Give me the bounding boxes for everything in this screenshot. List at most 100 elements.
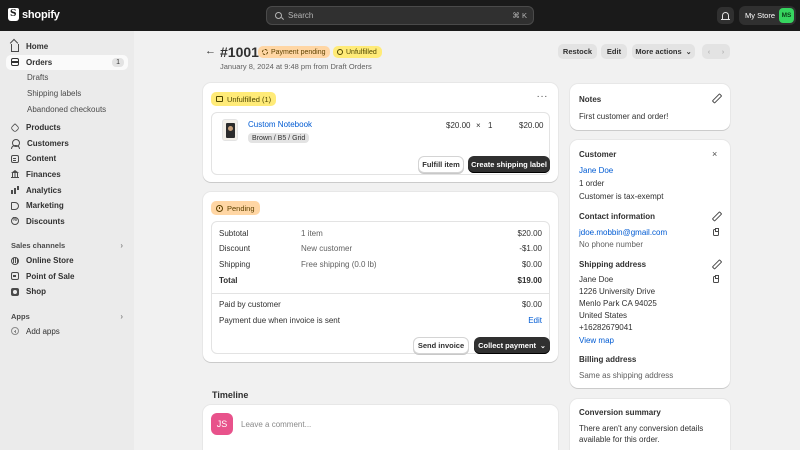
customer-name-link[interactable]: Jane Doe (579, 166, 613, 175)
sidebar-item-online-store[interactable]: Online Store (6, 253, 128, 269)
next-order-button[interactable]: › (716, 44, 730, 59)
edit-contact-pencil-icon[interactable] (712, 212, 719, 219)
send-invoice-button[interactable]: Send invoice (413, 337, 469, 354)
more-actions-button[interactable]: More actions ⌄ (632, 44, 695, 59)
customer-card: Customer × Jane Doe 1 order Customer is … (570, 140, 730, 388)
sidebar-item-shipping-labels[interactable]: Shipping labels (6, 86, 128, 102)
billing-address-text: Same as shipping address (579, 371, 674, 380)
sidebar-item-add-apps[interactable]: Add apps (6, 324, 128, 340)
address-line: 1226 University Drive (579, 287, 656, 296)
circle-icon (337, 49, 343, 55)
line-total: $20.00 (519, 121, 544, 130)
view-map-link[interactable]: View map (579, 336, 614, 345)
create-shipping-label-button[interactable]: Create shipping label (468, 156, 550, 173)
payment-card: Pending Subtotal 1 item $20.00 Discount New… (203, 192, 558, 362)
bar-chart-icon (11, 186, 19, 194)
fulfillment-card: Unfulfilled (1) ··· Custom Notebook Brow… (203, 83, 558, 182)
customer-title: Customer (579, 150, 617, 159)
notes-title: Notes (579, 95, 602, 104)
copy-address-icon[interactable] (713, 275, 719, 283)
pending-status: Pending (211, 201, 260, 215)
store-avatar: MS (779, 8, 794, 23)
payment-due-edit-link[interactable]: Edit (528, 316, 542, 325)
sidebar-item-analytics[interactable]: Analytics (6, 182, 128, 198)
product-thumbnail[interactable] (222, 119, 238, 141)
shipping-row: Shipping Free shipping (0.0 lb) $0.00 (219, 260, 542, 269)
sidebar-item-home[interactable]: Home (6, 39, 128, 55)
quantity: 1 (488, 121, 493, 130)
sidebar-item-orders[interactable]: Orders 1 (6, 54, 128, 71)
sidebar: Home Orders 1 Drafts Shipping labels Aban… (0, 31, 134, 450)
search-icon (275, 12, 282, 19)
sidebar-item-shop[interactable]: Shop (6, 284, 128, 300)
person-icon (10, 139, 20, 150)
sidebar-item-customers[interactable]: Customers (6, 135, 128, 151)
sidebar-item-products[interactable]: Products (6, 120, 128, 136)
back-button[interactable]: ← (205, 45, 216, 57)
search-placeholder: Search (288, 11, 314, 20)
unfulfilled-status: Unfulfilled (1) (211, 92, 277, 106)
package-icon (216, 96, 223, 102)
address-line: Jane Doe (579, 275, 614, 284)
edit-button[interactable]: Edit (601, 44, 627, 59)
divider (211, 293, 550, 294)
clock-icon (216, 204, 223, 212)
conversion-summary-title: Conversion summary (579, 408, 661, 417)
sidebar-item-discounts[interactable]: Discounts (6, 213, 128, 229)
discount-icon (11, 217, 19, 226)
tag-icon (10, 122, 20, 133)
payment-due-row: Payment due when invoice is sent Edit (219, 316, 542, 325)
sidebar-item-abandoned-checkouts[interactable]: Abandoned checkouts (6, 101, 128, 117)
point-of-sale-icon (11, 272, 19, 281)
more-options-icon[interactable]: ··· (537, 91, 549, 102)
product-link[interactable]: Custom Notebook (248, 120, 312, 129)
notes-text: First customer and order! (579, 112, 669, 121)
copy-email-icon[interactable] (713, 228, 719, 236)
sidebar-item-marketing[interactable]: Marketing (6, 198, 128, 214)
bank-icon (11, 170, 19, 179)
subtotal-row: Subtotal 1 item $20.00 (219, 229, 542, 238)
notifications-button[interactable] (717, 7, 734, 24)
megaphone-icon (11, 202, 19, 211)
online-store-icon (11, 256, 19, 265)
restock-button[interactable]: Restock (558, 44, 597, 59)
edit-notes-pencil-icon[interactable] (712, 94, 719, 101)
address-line: United States (579, 311, 628, 320)
collect-payment-button[interactable]: Collect payment ⌄ (474, 337, 550, 354)
chevron-right-icon: › (120, 240, 123, 250)
sidebar-item-point-of-sale[interactable]: Point of Sale (6, 269, 128, 285)
chevron-down-icon: ⌄ (540, 342, 546, 350)
search-bar[interactable]: Search ⌘ K (266, 6, 534, 25)
paid-row: Paid by customer $0.00 (219, 300, 542, 309)
sales-channels-section[interactable]: Sales channels › (6, 238, 128, 253)
total-row: Total $19.00 (219, 276, 542, 285)
order-meta: January 8, 2024 at 9:48 pm from Draft Or… (220, 62, 372, 71)
remove-customer-close-icon[interactable]: × (712, 149, 717, 159)
orders-count-badge: 1 (112, 57, 124, 67)
sidebar-item-drafts[interactable]: Drafts (6, 70, 128, 86)
customer-email-link[interactable]: jdoe.mobbin@gmail.com (579, 228, 667, 237)
fulfill-item-button[interactable]: Fulfill item (418, 156, 464, 173)
conversion-summary-text: There aren't any conversion details (579, 424, 704, 433)
apps-section[interactable]: Apps › (6, 309, 128, 324)
edit-shipping-pencil-icon[interactable] (712, 260, 719, 267)
shopify-bag-icon (8, 8, 19, 21)
sidebar-item-content[interactable]: Content (6, 151, 128, 167)
sidebar-item-finances[interactable]: Finances (6, 167, 128, 183)
conversion-summary-card: Conversion summary There aren't any conv… (570, 399, 730, 450)
variant-chip: Brown / B5 / Grid (248, 133, 310, 143)
unit-price: $20.00 (446, 121, 471, 130)
previous-order-button[interactable]: ‹ (702, 44, 716, 59)
content-icon (11, 154, 19, 163)
notes-card: Notes First customer and order! (570, 84, 730, 130)
store-menu-button[interactable]: My Store MS (739, 6, 796, 25)
plus-circle-icon (11, 327, 19, 336)
conversion-summary-text: available for this order. (579, 435, 660, 444)
shipping-address-title: Shipping address (579, 260, 647, 269)
comment-input[interactable]: Leave a comment... (241, 420, 311, 429)
line-item-box: Custom Notebook Brown / B5 / Grid $20.00… (211, 112, 550, 175)
user-avatar: JS (211, 413, 233, 435)
times-sign: × (476, 121, 481, 130)
address-line: Menlo Park CA 94025 (579, 299, 657, 308)
shopify-logo[interactable]: shopify (8, 8, 60, 21)
